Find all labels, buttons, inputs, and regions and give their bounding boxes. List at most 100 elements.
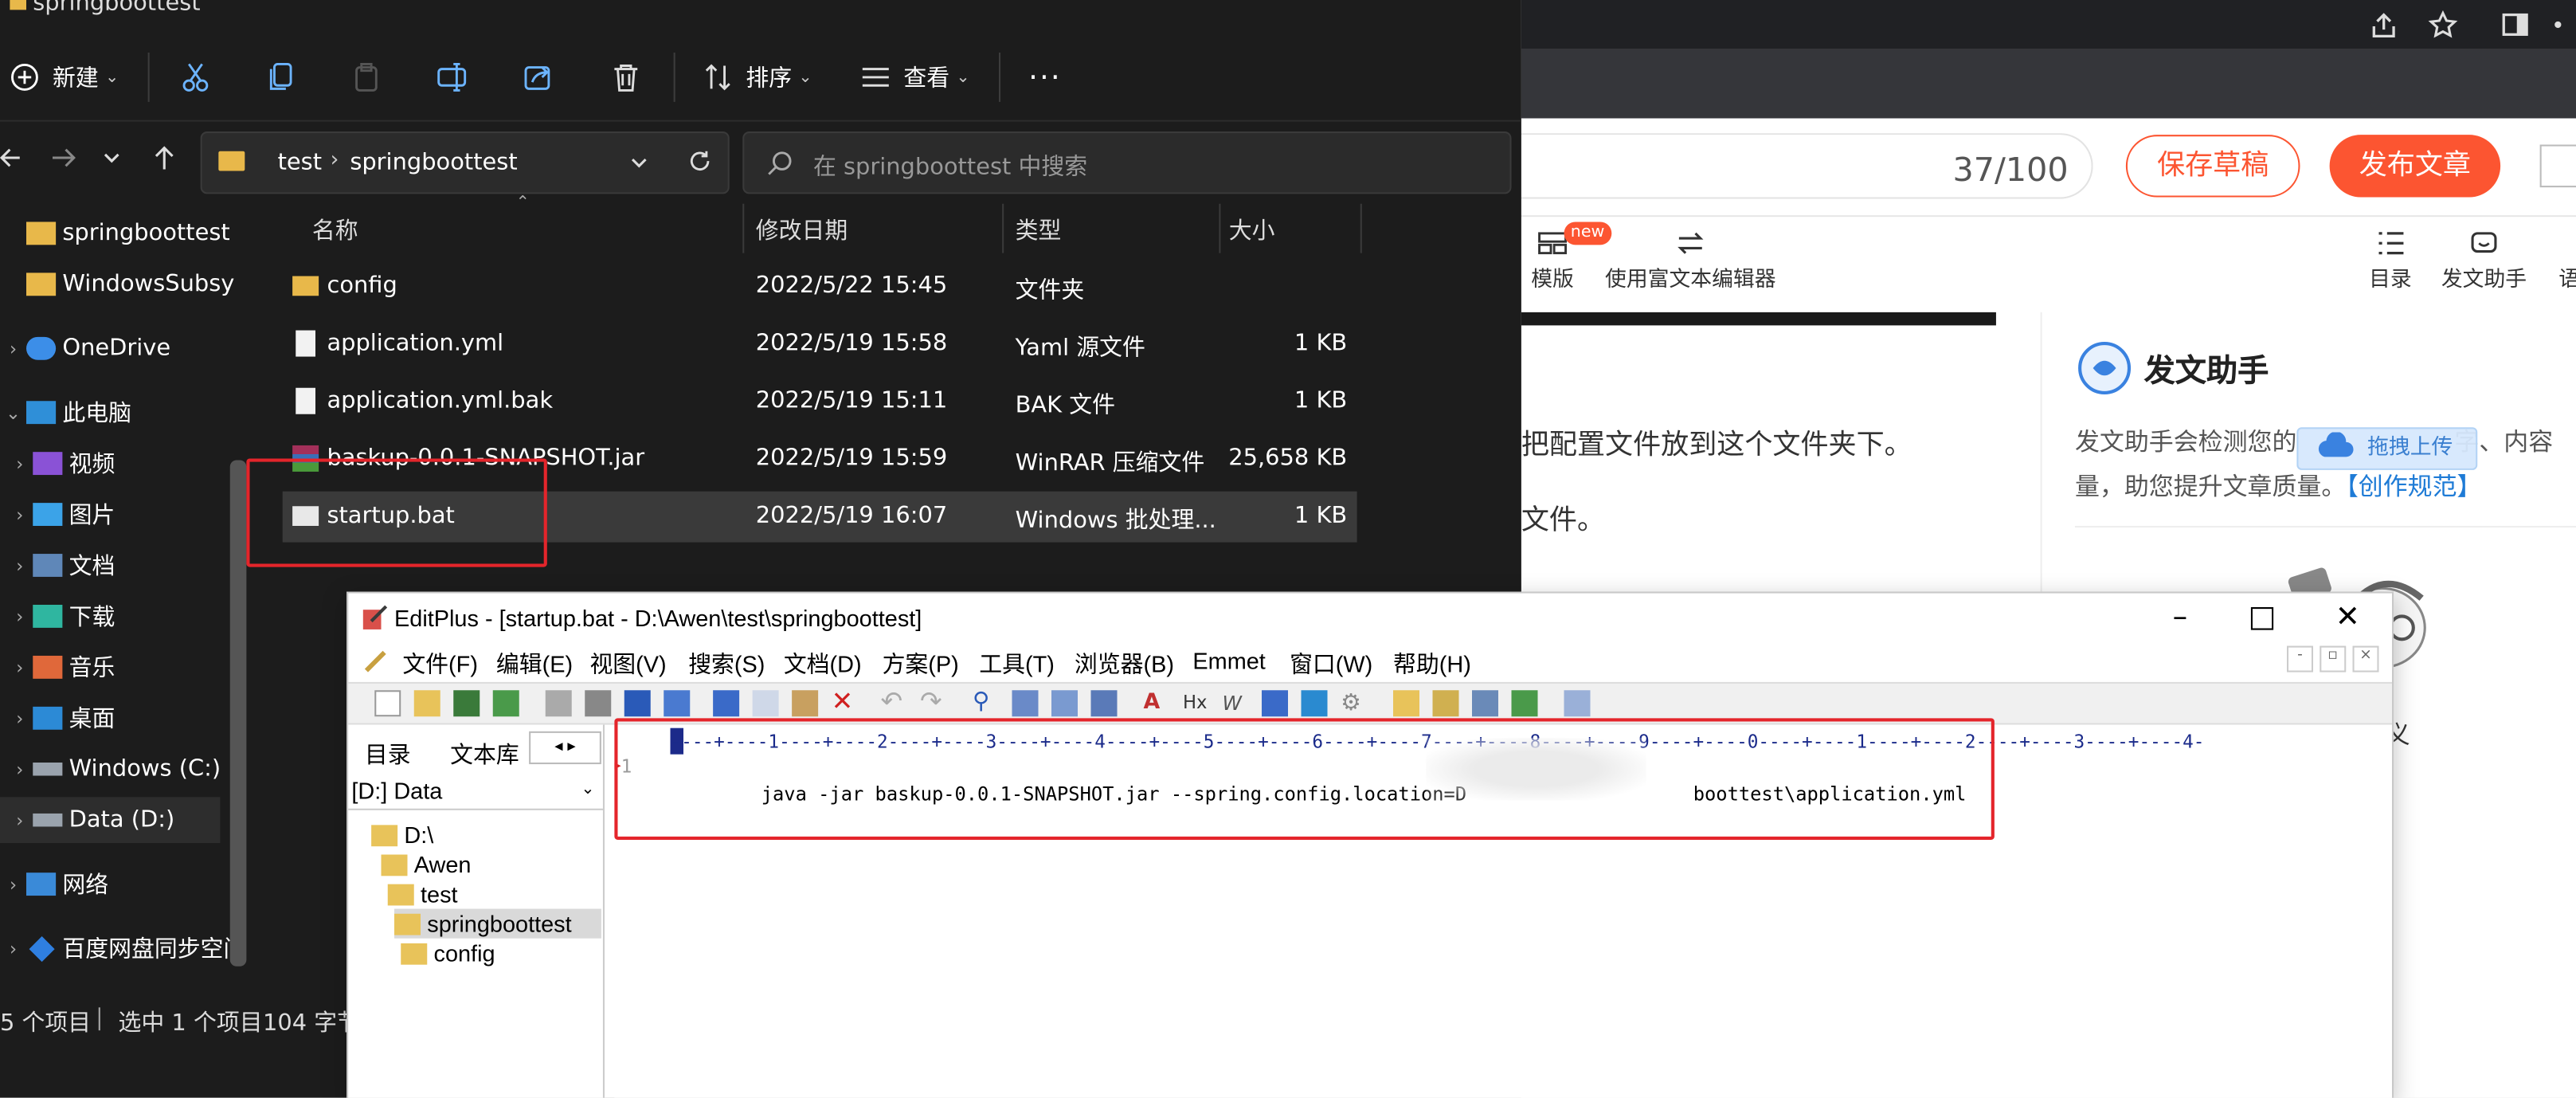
cut-icon[interactable] — [713, 690, 740, 717]
column-size[interactable]: 大小 — [1229, 214, 1275, 246]
nav-item-documents[interactable]: › 文档 — [0, 543, 246, 589]
column-ruler-icon[interactable] — [1301, 690, 1328, 717]
nav-item-baidu-sync[interactable]: › 百度网盘同步空间 — [0, 925, 246, 971]
open-file-icon[interactable] — [413, 690, 440, 717]
spell-check-icon[interactable] — [624, 690, 651, 717]
print-preview-icon[interactable] — [545, 690, 572, 717]
tab-cliptext[interactable]: 文本库 — [450, 738, 519, 771]
help-pointer-icon[interactable] — [1564, 690, 1591, 717]
redo-icon[interactable]: ↷ — [920, 688, 946, 716]
line-numbers-icon[interactable] — [1262, 690, 1288, 717]
nav-item-desktop[interactable]: › 桌面 — [0, 695, 246, 741]
new-button[interactable]: 新建 ⌄ — [10, 59, 119, 95]
assistant-button[interactable]: 发文助手 — [2438, 225, 2531, 292]
menu-emmet[interactable]: Emmet — [1192, 648, 1265, 674]
output-window-icon[interactable] — [1472, 690, 1498, 717]
view-button[interactable]: 查看 ⌄ — [861, 59, 970, 95]
undo-icon[interactable]: ↶ — [881, 688, 907, 716]
menu-document[interactable]: 文档(D) — [784, 648, 862, 680]
save-all-icon[interactable] — [492, 690, 519, 717]
replace-icon[interactable] — [1012, 690, 1039, 717]
column-separator[interactable] — [1360, 203, 1362, 253]
save-icon[interactable] — [453, 690, 480, 717]
avatar[interactable] — [2539, 144, 2576, 188]
menu-search[interactable]: 搜索(S) — [688, 648, 765, 680]
menu-file[interactable]: 文件(F) — [402, 648, 478, 680]
search-input[interactable]: 在 springboottest 中搜索 — [742, 131, 1512, 194]
menu-browser[interactable]: 浏览器(B) — [1075, 648, 1174, 680]
delete-icon[interactable]: ✕ — [832, 688, 858, 716]
breadcrumb-springboottest[interactable]: springboottest — [350, 150, 517, 176]
file-row-application-yml-bak[interactable]: application.yml.bak 2022/5/19 15:11 BAK … — [283, 376, 1357, 427]
address-history-button[interactable] — [629, 153, 649, 173]
mdi-restore-button[interactable]: ▫ — [2320, 645, 2347, 673]
save-draft-button[interactable]: 保存草稿 — [2125, 135, 2300, 198]
menu-edit[interactable]: 编辑(E) — [496, 648, 573, 680]
article-title-input[interactable]: 37/100 — [1521, 133, 2093, 199]
nav-item-downloads[interactable]: › 下载 — [0, 594, 246, 640]
settings-gear-icon[interactable]: ⚙ — [1341, 690, 1367, 716]
tree-item-test[interactable]: test — [387, 879, 458, 908]
refresh-button[interactable] — [688, 150, 711, 173]
copy-icon[interactable] — [752, 690, 779, 717]
drive-select[interactable]: [D:] Data ⌄ — [348, 774, 605, 810]
directory-window-icon[interactable] — [1393, 690, 1419, 717]
mdi-close-button[interactable]: × — [2352, 645, 2379, 673]
close-button[interactable]: ✕ — [2323, 600, 2372, 634]
column-separator[interactable] — [1219, 203, 1221, 253]
rename-button[interactable] — [437, 59, 470, 95]
tab-scroll-arrows[interactable]: ◂ ▸ — [529, 731, 601, 765]
cliptext-window-icon[interactable] — [1432, 690, 1459, 717]
goto-line-icon[interactable] — [1090, 690, 1118, 717]
nav-item-windowssubsystem[interactable]: WindowsSubsy — [0, 261, 246, 308]
hex-view-icon[interactable]: Hx — [1183, 690, 1209, 716]
menu-view[interactable]: 视图(V) — [589, 648, 666, 680]
nav-item-videos[interactable]: › 视频 — [0, 441, 246, 487]
file-row-config[interactable]: config 2022/5/22 15:45 文件夹 — [283, 261, 1357, 312]
close-button[interactable]: ✕ — [1462, 0, 1482, 6]
file-row-application-yml[interactable]: application.yml 2022/5/19 15:58 Yaml 源文件… — [283, 319, 1357, 370]
word-wrap-icon[interactable]: W — [1223, 690, 1249, 716]
rich-text-button[interactable]: 使用富文本编辑器 — [1600, 225, 1781, 292]
template-button[interactable]: new 模版 — [1528, 222, 1611, 292]
nav-item-music[interactable]: › 音乐 — [0, 645, 246, 691]
back-button[interactable] — [0, 145, 23, 171]
nav-scrollbar[interactable] — [229, 460, 247, 967]
find-icon[interactable]: ⚲ — [973, 690, 999, 716]
menu-window[interactable]: 窗口(W) — [1290, 648, 1372, 680]
menu-help[interactable]: 帮助(H) — [1393, 648, 1471, 680]
creation-rules-link[interactable]: 【创作规范】 — [2346, 472, 2481, 501]
menu-project[interactable]: 方案(P) — [883, 648, 959, 680]
nav-item-pictures[interactable]: › 图片 — [0, 492, 246, 538]
fullscreen-icon[interactable] — [1511, 690, 1538, 717]
column-separator[interactable] — [742, 203, 745, 253]
print-icon[interactable] — [585, 690, 612, 717]
nav-item-drive-c[interactable]: › Windows (C:) — [0, 746, 246, 792]
breadcrumb-test[interactable]: test — [278, 150, 322, 176]
forward-button[interactable] — [49, 145, 76, 171]
nav-item-springboottest[interactable]: springboottest — [0, 210, 246, 257]
column-name[interactable]: 名称 — [312, 214, 358, 246]
up-button[interactable] — [151, 145, 178, 171]
outline-button[interactable]: 目录 — [2366, 225, 2415, 292]
nav-item-onedrive[interactable]: › OneDrive — [0, 325, 246, 371]
publish-button[interactable]: 发布文章 — [2329, 135, 2501, 198]
sort-button[interactable]: 排序 ⌄ — [703, 59, 812, 95]
paste-button[interactable] — [351, 59, 381, 95]
cut-button[interactable] — [181, 59, 210, 95]
menu-tools[interactable]: 工具(T) — [979, 648, 1055, 680]
share-icon[interactable] — [2369, 11, 2398, 41]
delete-button[interactable] — [611, 59, 640, 95]
tab-directory[interactable]: 目录 — [365, 738, 411, 771]
language-label[interactable]: 语 — [2553, 261, 2576, 292]
new-file-icon[interactable] — [374, 690, 401, 717]
minimize-button[interactable]: – — [2155, 600, 2205, 634]
column-modified[interactable]: 修改日期 — [756, 214, 848, 246]
browser-preview-icon[interactable] — [664, 690, 691, 717]
tree-item-d-root[interactable]: D:\ — [371, 820, 433, 849]
paste-icon[interactable] — [792, 690, 819, 717]
column-type[interactable]: 类型 — [1016, 214, 1062, 246]
maximize-button[interactable]: □ — [2237, 600, 2287, 634]
bookmark-star-icon[interactable] — [2428, 10, 2458, 39]
drag-upload-button[interactable]: 拖拽上传 — [2296, 427, 2478, 470]
